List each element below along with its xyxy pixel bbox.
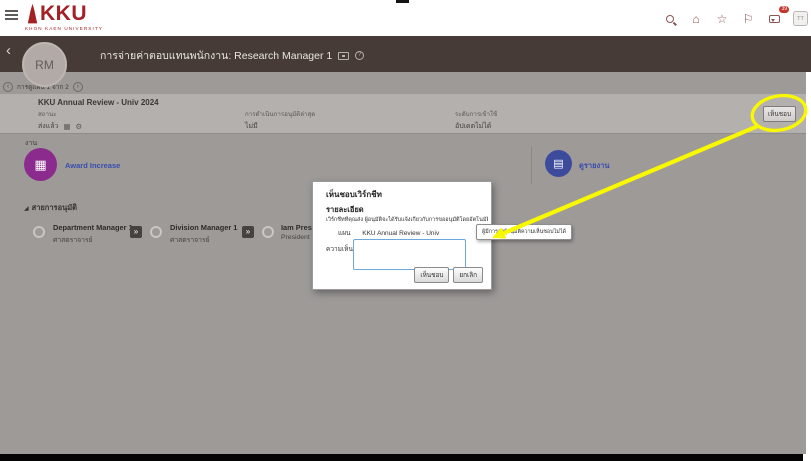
approval-chain-title: สายการอนุมัติ	[32, 202, 77, 214]
approval-step-radio-1[interactable]	[33, 226, 45, 238]
award-increase-link[interactable]: Award Increase	[65, 161, 120, 170]
worksheet-history-icon[interactable]: ⚙	[76, 123, 83, 131]
tasks-heading: งาน	[25, 138, 37, 149]
approval-step-2: Division Manager 1 ศาสตราจารย์	[170, 223, 237, 245]
dialog-plan-label: แผน	[338, 230, 350, 237]
access-level-value: อัปเดตไม่ได้	[455, 121, 491, 132]
last-action-value: ไม่มี	[245, 121, 258, 132]
dialog-details-heading: รายละเอียด	[326, 204, 364, 216]
video-icon[interactable]	[338, 52, 349, 60]
view-report-link[interactable]: ดูรายงาน	[579, 160, 610, 172]
award-increase-icon[interactable]: ▦	[24, 148, 57, 181]
approver-title: ศาสตราจารย์	[53, 234, 133, 245]
hamburger-menu-icon[interactable]	[5, 10, 18, 21]
collapse-triangle-icon[interactable]: ◢	[24, 205, 29, 212]
access-level-label: ระดับการเข้าใช้	[455, 109, 497, 119]
screen-top-dash	[396, 0, 409, 3]
approver-title: ศาสตราจารย์	[170, 234, 237, 245]
top-bar: KKU KHON KAEN UNIVERSITY ⌂ ☆ ⚐ 39 TT	[0, 0, 811, 36]
worksheet-name: KKU Annual Review - Univ 2024	[38, 98, 159, 107]
app-screen: KKU KHON KAEN UNIVERSITY ⌂ ☆ ⚐ 39 TT ‹ R…	[0, 0, 811, 461]
taskbar-strip	[0, 454, 803, 461]
tasks-divider	[531, 146, 532, 184]
dialog-approve-button[interactable]: เห็นชอบ	[414, 267, 449, 283]
form-avatar: RM	[22, 42, 67, 87]
view-report-icon[interactable]: ▤	[545, 150, 572, 177]
last-action-column: การดำเนินการอนุมัติล่าสุด ไม่มี	[245, 109, 315, 132]
dialog-plan-row: แผน KKU Annual Review - Univ	[338, 228, 439, 238]
kku-logo: KKU KHON KAEN UNIVERSITY	[25, 3, 103, 31]
pager-prev-icon[interactable]: ‹	[3, 82, 13, 92]
worksheet-summary-row: KKU Annual Review - Univ 2024 สถานะ ส่งแ…	[0, 94, 806, 134]
status-column: สถานะ ส่งแล้ว ▦ ⚙	[38, 109, 82, 132]
status-label: สถานะ	[38, 109, 82, 119]
approver-name: Division Manager 1	[170, 223, 237, 232]
back-chevron-icon[interactable]: ‹	[6, 42, 11, 59]
top-action-icons: ⌂ ☆ ⚐ 39 TT	[663, 11, 808, 26]
notifications-chat-icon[interactable]: 39	[767, 12, 781, 26]
dialog-cancel-button[interactable]: ยกเลิก	[453, 267, 483, 283]
dialog-details-text: เวิร์กชีทที่คุณส่ง ผู้อนุมัติจะได้รับแจ้…	[326, 216, 488, 224]
dialog-title: เห็นชอบเวิร์กชีท	[326, 188, 382, 201]
approval-step-radio-3[interactable]	[262, 226, 274, 238]
comment-textarea[interactable]	[353, 239, 466, 270]
approval-chain-heading: ◢ สายการอนุมัติ	[24, 202, 77, 214]
status-value: ส่งแล้ว	[38, 121, 58, 132]
chain-arrow-icon: »	[130, 226, 142, 238]
last-action-label: การดำเนินการอนุมัติล่าสุด	[245, 109, 315, 119]
worksheet-sheet-icon[interactable]: ▦	[63, 123, 70, 131]
dialog-plan-value: KKU Annual Review - Univ	[362, 230, 439, 237]
notification-badge: 39	[779, 6, 789, 13]
page-title: การจ่ายค่าตอบแทนพนักงาน: Research Manage…	[100, 47, 332, 64]
worksheet-approve-button[interactable]: เห็นชอบ	[763, 106, 796, 122]
approve-tooltip: ผู้มีการส่งผู้อนุมัติความเห็นชอบไม่ได้	[476, 224, 572, 240]
page-title-row: การจ่ายค่าตอบแทนพนักงาน: Research Manage…	[100, 47, 364, 64]
help-icon[interactable]: ?	[355, 51, 364, 60]
pager-next-icon[interactable]: ›	[73, 82, 83, 92]
approval-step-radio-2[interactable]	[150, 226, 162, 238]
brand-text: KKU	[40, 3, 87, 25]
user-avatar[interactable]: TT	[793, 11, 808, 26]
approve-dialog: เห็นชอบเวิร์กชีท รายละเอียด เวิร์กชีทที่…	[312, 181, 492, 290]
approval-step-1: Department Manager 1 ศาสตราจารย์	[53, 223, 133, 245]
access-level-column: ระดับการเข้าใช้ อัปเดตไม่ได้	[455, 109, 497, 132]
dialog-comment-label: ความเห็น	[326, 244, 353, 254]
approver-name: Department Manager 1	[53, 223, 133, 232]
favorites-star-icon[interactable]: ☆	[715, 12, 729, 26]
search-icon[interactable]	[663, 12, 677, 26]
flag-icon[interactable]: ⚐	[741, 12, 755, 26]
kku-tower-icon	[25, 3, 40, 25]
chain-arrow-icon: »	[242, 226, 254, 238]
home-icon[interactable]: ⌂	[689, 12, 703, 26]
brand-subtext: KHON KAEN UNIVERSITY	[25, 26, 103, 31]
